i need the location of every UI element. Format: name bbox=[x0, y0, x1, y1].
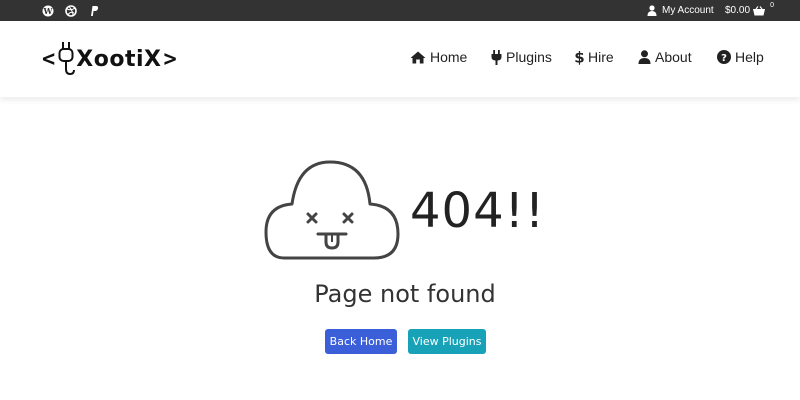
plug-logo-icon bbox=[58, 42, 76, 76]
plug-icon bbox=[491, 49, 502, 65]
nav-hire-label: Hire bbox=[588, 49, 614, 65]
logo[interactable]: < XootiX > bbox=[42, 39, 177, 79]
logo-right-bracket: > bbox=[163, 46, 177, 72]
nav-plugins-label: Plugins bbox=[506, 49, 552, 65]
error-code: 404!! bbox=[410, 183, 546, 239]
top-bar: W My Account $0.00 0 bbox=[0, 0, 800, 21]
my-account-link[interactable]: My Account bbox=[647, 0, 714, 21]
nav-help-label: Help bbox=[735, 49, 764, 65]
wordpress-icon[interactable]: W bbox=[41, 4, 54, 17]
dribbble-icon[interactable] bbox=[64, 4, 77, 17]
nav-hire[interactable]: $ Hire bbox=[575, 47, 614, 67]
home-icon bbox=[410, 51, 426, 63]
nav-help[interactable]: ? Help bbox=[717, 47, 764, 67]
svg-text:$: $ bbox=[575, 49, 584, 65]
nav-plugins[interactable]: Plugins bbox=[491, 47, 552, 67]
nav-home[interactable]: Home bbox=[410, 47, 467, 67]
user-icon bbox=[638, 50, 651, 64]
my-account-label: My Account bbox=[662, 5, 714, 16]
site-header: < XootiX > Home Plugins $ Hire About ? H… bbox=[0, 21, 800, 97]
nav-about[interactable]: About bbox=[638, 47, 692, 67]
dollar-icon: $ bbox=[575, 49, 584, 65]
cart-link[interactable]: $0.00 0 bbox=[725, 0, 774, 21]
svg-text:W: W bbox=[42, 6, 53, 16]
shopping-basket-icon bbox=[753, 5, 766, 15]
view-plugins-button[interactable]: View Plugins bbox=[408, 329, 486, 354]
back-home-button[interactable]: Back Home bbox=[325, 329, 397, 354]
paypal-icon[interactable] bbox=[87, 4, 100, 17]
cart-amount: $0.00 bbox=[725, 5, 751, 16]
sad-cloud-icon bbox=[264, 160, 400, 260]
logo-text: XootiX bbox=[76, 46, 162, 72]
nav-about-label: About bbox=[655, 49, 692, 65]
nav-home-label: Home bbox=[430, 49, 468, 65]
logo-left-bracket: < bbox=[42, 46, 56, 72]
error-message: Page not found bbox=[314, 280, 496, 308]
svg-text:?: ? bbox=[721, 53, 727, 64]
question-circle-icon: ? bbox=[717, 50, 731, 64]
cart-count-badge: 0 bbox=[770, 2, 774, 9]
user-icon bbox=[647, 5, 657, 16]
